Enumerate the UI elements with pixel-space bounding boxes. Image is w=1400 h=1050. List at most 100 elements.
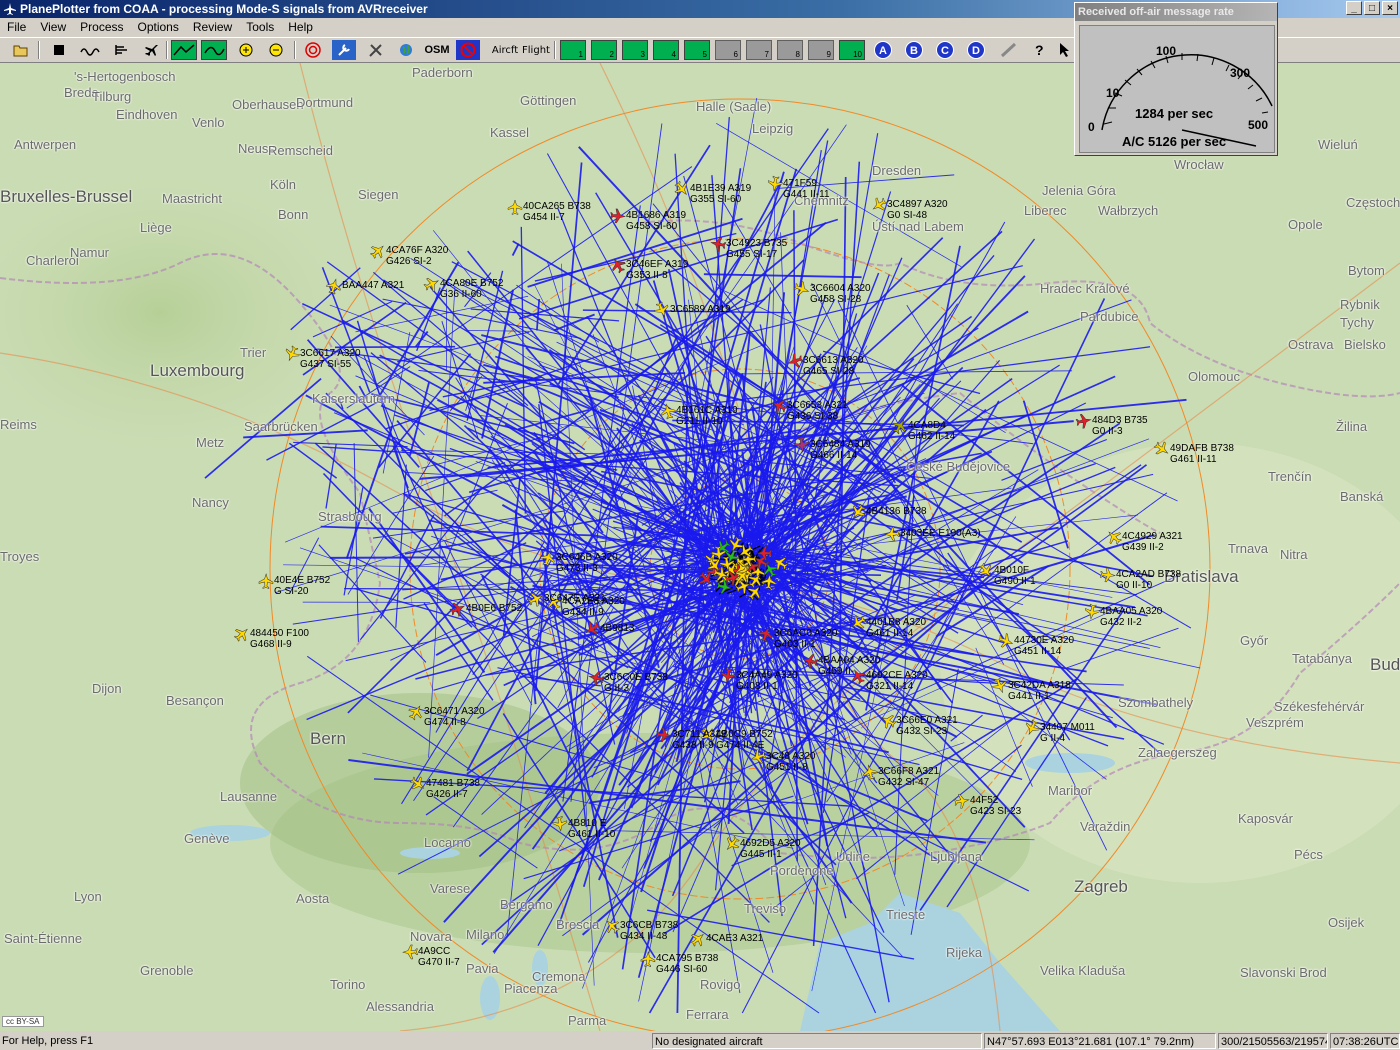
aircraft-label[interactable]: 3C646B A320 G473 II-3: [556, 552, 618, 574]
map-view[interactable]: 's-Hertogenbosch Breda Tilburg Eindhoven Obe…: [0, 63, 1400, 1031]
aircraft-button[interactable]: Aircft: [490, 40, 520, 60]
bars-icon[interactable]: [110, 40, 132, 60]
city-label: Győr: [1240, 633, 1269, 648]
wave-icon[interactable]: [78, 40, 104, 60]
pencil-icon[interactable]: [996, 40, 1022, 60]
aircraft-label[interactable]: 4CA795 B738 G446 SI-60: [656, 953, 718, 975]
aircraft-label[interactable]: 3C4A49 A320 G408 II-1: [736, 670, 798, 692]
aircraft-label[interactable]: 34407 M011 G II-4: [1040, 722, 1095, 744]
aircraft-label[interactable]: 4B0C9 B752 G474 II-4E: [716, 729, 773, 751]
arrow-cursor-icon[interactable]: [1056, 40, 1074, 60]
aircraft-label[interactable]: 3C6471 A320 G474 II-8: [424, 706, 485, 728]
plane-icon[interactable]: [140, 40, 162, 60]
aircraft-label[interactable]: 4BAA05 A320 G432 II-2: [1100, 606, 1162, 628]
aircraft-label[interactable]: 4B1E39 A319 G355 SI-60: [690, 183, 751, 205]
aircraft-label[interactable]: 4B4136 B738: [866, 506, 927, 517]
aircraft-label[interactable]: 44730E A320 G451 II-14: [1014, 635, 1074, 657]
aircraft-label[interactable]: 4B810 E G461 II-10: [568, 818, 615, 840]
menu-options[interactable]: Options: [131, 18, 186, 37]
zoom-in-icon[interactable]: [236, 40, 256, 60]
aircraft-label[interactable]: 4CAE3 A321: [706, 933, 763, 944]
filter-button-4[interactable]: 4: [653, 40, 679, 60]
no-entry-icon[interactable]: [456, 40, 480, 60]
aircraft-label[interactable]: BAA447 A321: [342, 280, 404, 291]
aircraft-label[interactable]: 3C6613 A320 G465 SI-28: [803, 355, 864, 377]
open-folder-icon[interactable]: [10, 40, 32, 60]
aircraft-label[interactable]: 3403EE E190(A3): [900, 528, 981, 539]
menu-review[interactable]: Review: [186, 18, 239, 37]
aircraft-label[interactable]: 3C48 A320 G451 II-8: [766, 751, 816, 773]
stop-icon[interactable]: [48, 40, 70, 60]
aircraft-label[interactable]: 4CA2E8 A320 G434 II-9: [562, 596, 625, 618]
aircraft-label[interactable]: 44F52 G423 SI-23: [970, 795, 1021, 817]
map-green-icon[interactable]: [171, 40, 197, 60]
aircraft-label[interactable]: 3C6589 A319: [670, 304, 731, 315]
aircraft-label[interactable]: 4401B8 A320 G461 II-14: [866, 617, 926, 639]
aircraft-label[interactable]: 3C6AC0 A320 G403 II-1: [774, 628, 837, 650]
message-rate-window[interactable]: Received off-air message rate 0 10 100 3…: [1074, 2, 1278, 156]
aircraft-label[interactable]: 3C6CB B738 G434 II-48: [620, 920, 678, 942]
filter-button-8[interactable]: 8: [777, 40, 803, 60]
filter-button-6[interactable]: 6: [715, 40, 741, 60]
aircraft-label[interactable]: 4CA80E B752 G36 II-60: [440, 278, 503, 300]
minimize-button[interactable]: _: [1346, 1, 1362, 15]
aircraft-label[interactable]: 471F59 G441 II-11: [783, 178, 830, 200]
letter-b-button[interactable]: B: [903, 40, 925, 60]
zoom-out-icon[interactable]: [266, 40, 286, 60]
menu-view[interactable]: View: [33, 18, 73, 37]
aircraft-label[interactable]: 4692CE A320 G321 II-14: [866, 670, 928, 692]
filter-button-1[interactable]: 1: [560, 40, 586, 60]
filter-button-3[interactable]: 3: [622, 40, 648, 60]
chart-green-icon[interactable]: [201, 40, 227, 60]
menu-file[interactable]: File: [0, 18, 33, 37]
target-icon[interactable]: [303, 40, 323, 60]
aircraft-label[interactable]: 3C4897 A320 G0 SI-48: [887, 199, 948, 221]
flight-button[interactable]: Flight: [522, 40, 550, 60]
aircraft-label[interactable]: 3C46EF A319 G353 II-8: [626, 259, 688, 281]
aircraft-label[interactable]: 4B9813: [600, 623, 634, 634]
aircraft-label[interactable]: 4B161C A319 G211 II-10: [676, 405, 738, 427]
aircraft-label[interactable]: 3C42DA A318 G441 II-1: [1008, 680, 1071, 702]
letter-d-button[interactable]: D: [965, 40, 987, 60]
aircraft-label[interactable]: 3C66F8 A321 G432 SI-47: [878, 766, 939, 788]
tools-icon[interactable]: [364, 40, 388, 60]
menu-process[interactable]: Process: [73, 18, 130, 37]
aircraft-label[interactable]: 4B010F G490 II-1: [994, 565, 1036, 587]
menu-help[interactable]: Help: [281, 18, 320, 37]
filter-button-2[interactable]: 2: [591, 40, 617, 60]
aircraft-label[interactable]: 40E4E B752 G SI-20: [274, 575, 330, 597]
filter-button-9[interactable]: 9: [808, 40, 834, 60]
aircraft-label[interactable]: 4CA76F A320 G426 SI-2: [386, 245, 448, 267]
aircraft-label[interactable]: 3C4923 B735 G455 SI-17: [726, 238, 787, 260]
aircraft-label[interactable]: 3C6653 A321 G436 SI-38: [787, 400, 848, 422]
aircraft-label[interactable]: 4C4929 A321 G439 II-2: [1122, 531, 1183, 553]
globe-icon[interactable]: [396, 40, 416, 60]
wrench-icon[interactable]: [332, 40, 356, 60]
aircraft-label[interactable]: 4CA8D4 G462 II-14: [908, 420, 955, 442]
letter-c-button[interactable]: C: [934, 40, 956, 60]
letter-a-button[interactable]: A: [872, 40, 894, 60]
aircraft-label[interactable]: 3C66E0 A321 G432 SI-23: [896, 715, 958, 737]
aircraft-label[interactable]: 3C6484 A319 G466 II-14: [810, 439, 871, 461]
filter-button-7[interactable]: 7: [746, 40, 772, 60]
aircraft-label[interactable]: 4A9CC G470 II-7: [418, 946, 460, 968]
aircraft-label[interactable]: 3C6C0E B738 G II-3: [604, 672, 668, 694]
aircraft-label[interactable]: 4B0E6 B752: [466, 603, 522, 614]
filter-button-5[interactable]: 5: [684, 40, 710, 60]
aircraft-label[interactable]: 4692D5 A320 G445 II-1: [740, 838, 801, 860]
aircraft-label[interactable]: 484450 F100 G468 II-9: [250, 628, 309, 650]
aircraft-label[interactable]: 47481 B738 G426 II-7: [426, 778, 480, 800]
aircraft-label[interactable]: 40CA265 B738 G454 II-7: [523, 201, 591, 223]
aircraft-label[interactable]: 4B1686 A319 G458 SI-60: [626, 210, 686, 232]
close-button[interactable]: ×: [1382, 1, 1398, 15]
aircraft-label[interactable]: 49DAFB B738 G461 II-11: [1170, 443, 1234, 465]
aircraft-label[interactable]: 3C6604 A320 G458 SI-28: [810, 283, 871, 305]
restore-button[interactable]: □: [1364, 1, 1380, 15]
menu-tools[interactable]: Tools: [239, 18, 281, 37]
aircraft-label[interactable]: 3C6617 A320 G437 SI-55: [300, 348, 361, 370]
osm-button[interactable]: OSM: [422, 40, 452, 60]
help-icon[interactable]: ?: [1028, 40, 1050, 60]
filter-button-10[interactable]: 10: [839, 40, 865, 60]
aircraft-label[interactable]: 4CA2AD B738 G0 II-10: [1116, 569, 1181, 591]
aircraft-label[interactable]: 484D3 B735 G0 II-3: [1092, 415, 1148, 437]
